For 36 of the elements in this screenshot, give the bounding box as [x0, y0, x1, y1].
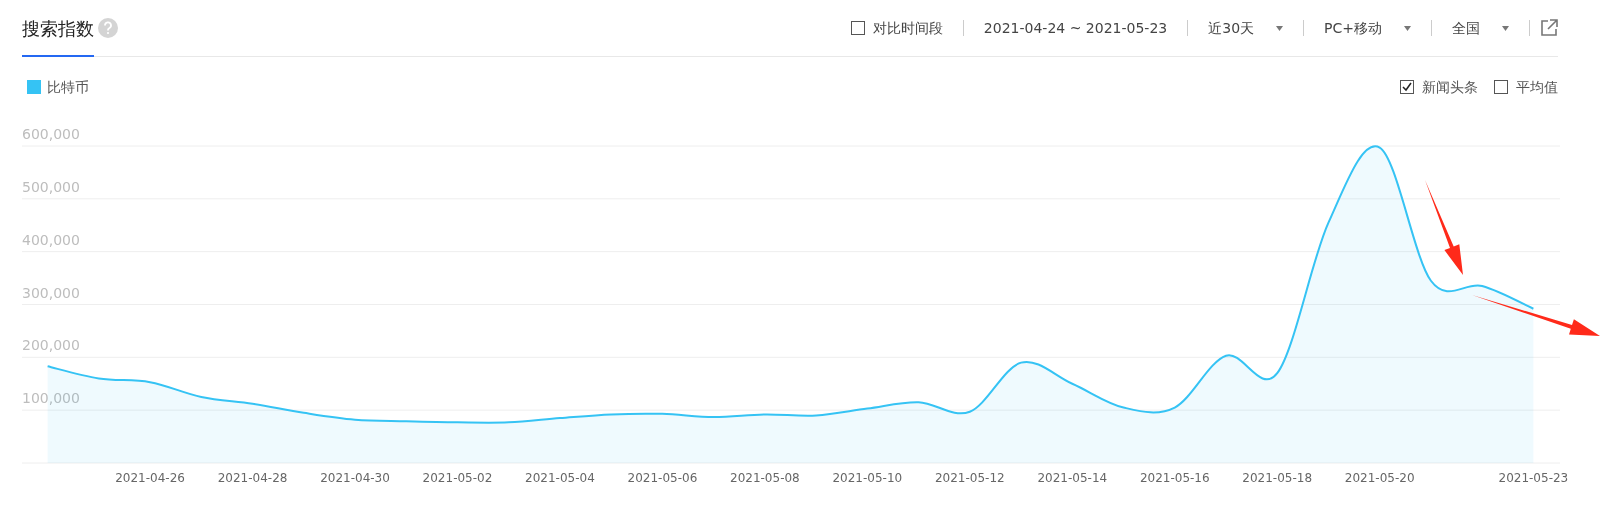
axis-label: 300,000: [22, 284, 80, 301]
axis-label: 2021-05-18: [1242, 471, 1313, 485]
axis-label: 2021-05-12: [934, 471, 1005, 485]
axis-label: 2021-04-28: [217, 471, 288, 485]
caret-icon[interactable]: [1404, 25, 1411, 31]
axis-label: 600,000: [22, 126, 80, 142]
checkbox-label[interactable]: 平均值: [1516, 76, 1558, 98]
checkbox[interactable]: [1400, 80, 1414, 94]
axis-label: 2021-04-26: [115, 471, 185, 485]
checkbox-label[interactable]: 新闻头条: [1422, 76, 1478, 98]
legend-label[interactable]: 比特币: [47, 76, 89, 98]
axis-label: 2021-05-23: [1498, 471, 1569, 485]
dropdown-label[interactable]: 全国: [1452, 17, 1480, 39]
axis-label: 2021-05-04: [525, 471, 595, 485]
dropdown-label[interactable]: PC+移动: [1324, 17, 1382, 39]
axis-label: 2021-05-16: [1139, 471, 1210, 485]
axis-label: 500,000: [22, 178, 80, 195]
axis-label: 100,000: [22, 390, 80, 407]
date-range-picker[interactable]: 2021-04-24 ~ 2021-05-23: [983, 17, 1168, 39]
axis-label: 2021-04-30: [320, 471, 390, 485]
checkbox[interactable]: [1494, 80, 1508, 94]
checkbox[interactable]: [850, 21, 865, 35]
axis-label: 2021-05-02: [422, 471, 493, 485]
section-title[interactable]: 搜索指数: [22, 0, 94, 57]
share-icon[interactable]: [1540, 19, 1558, 37]
caret-icon[interactable]: [1276, 25, 1284, 31]
axis-label: 2021-05-20: [1344, 471, 1415, 485]
axis-label: 200,000: [22, 337, 80, 354]
dropdown-label[interactable]: 近30天: [1208, 17, 1255, 39]
axis-label: 400,000: [22, 231, 80, 248]
axis-label: 2021-05-10: [832, 471, 903, 485]
axis-label: 2021-05-06: [627, 471, 698, 485]
caret-icon[interactable]: [1502, 25, 1509, 31]
axis-label: 2021-05-14: [1037, 471, 1108, 485]
checkbox-label[interactable]: 对比时间段: [872, 17, 943, 39]
axis-label: 2021-05-08: [730, 471, 800, 485]
